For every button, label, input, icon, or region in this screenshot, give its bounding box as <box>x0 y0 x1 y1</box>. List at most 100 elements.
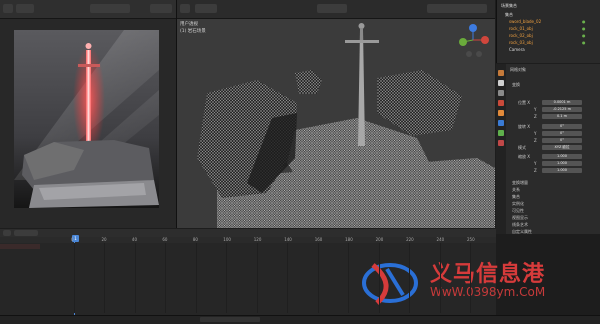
mode-selector[interactable] <box>195 4 217 13</box>
frame-tick-label: 80 <box>192 237 198 242</box>
playback-controls[interactable] <box>200 317 260 322</box>
editor-type-button[interactable] <box>3 230 11 236</box>
frame-tick-label: 0 <box>71 237 74 242</box>
view-menu[interactable] <box>16 4 34 13</box>
frame-tick-label: 180 <box>345 237 353 242</box>
frame-grid-line <box>74 243 75 313</box>
property-label: Y <box>534 161 537 166</box>
viewport-scene <box>197 23 495 228</box>
frame-tick-label: 140 <box>284 237 292 242</box>
slot-selector[interactable] <box>150 4 172 13</box>
playback-menu[interactable] <box>14 230 38 236</box>
frame-grid-line <box>104 243 106 313</box>
data-tab-icon[interactable] <box>498 130 504 136</box>
viewport-header <box>177 0 495 19</box>
frame-grid-line <box>165 243 167 313</box>
panel-section[interactable]: 实例化 <box>512 201 524 207</box>
property-label: 旋转 X <box>518 124 531 129</box>
watermark-url: WwW.0398ym.CoM <box>430 285 546 299</box>
location-x-field[interactable]: 0.0001 m <box>542 100 582 105</box>
frame-tick-label: 200 <box>375 237 384 242</box>
outliner-title: 场景集合 <box>501 3 517 8</box>
frame-tick-label: 220 <box>406 237 414 242</box>
frame-tick-label: 100 <box>223 237 231 242</box>
visibility-icon[interactable]: ● <box>582 40 586 45</box>
rotation-y-field[interactable]: 0° <box>542 131 582 136</box>
properties-header: 网格对象 <box>510 67 526 72</box>
property-label: 变换 <box>512 82 520 87</box>
frame-grid-line <box>134 243 136 313</box>
watermark-logo <box>362 263 418 305</box>
panel-section[interactable]: 集合 <box>512 194 520 200</box>
location-z-field[interactable]: 0.1 m <box>542 114 582 119</box>
scale-x-field[interactable]: 1.000 <box>542 154 582 159</box>
watermark-title: 义马信息港 <box>430 262 546 287</box>
frame-tick-label: 60 <box>162 237 168 242</box>
visibility-icon[interactable]: ● <box>582 19 586 24</box>
frame-grid-line <box>287 243 289 313</box>
shading-buttons[interactable] <box>427 4 487 13</box>
panel-section[interactable]: 线条艺术 <box>512 222 528 228</box>
frame-grid-line <box>348 243 350 313</box>
image-editor-header <box>0 0 176 19</box>
frame-grid-line <box>256 243 258 313</box>
frame-tick-label: 240 <box>436 237 445 242</box>
property-label: Y <box>534 107 537 112</box>
render-preview <box>14 30 159 208</box>
frame-tick-label: 160 <box>314 237 323 242</box>
frame-grid-line <box>317 243 319 313</box>
visibility-icon[interactable]: ● <box>582 33 586 38</box>
frame-tick-label: 120 <box>253 237 262 242</box>
scale-z-field[interactable]: 1.000 <box>542 168 582 173</box>
rock-mesh-right[interactable] <box>377 70 462 136</box>
frame-tick-label: 20 <box>101 237 107 242</box>
rotation-x-field[interactable]: 0° <box>542 124 582 129</box>
outliner-item[interactable]: sword_blade_02 <box>509 19 541 25</box>
frame-grid-line <box>195 243 197 313</box>
render-tab-icon[interactable] <box>498 80 504 86</box>
properties-tabs[interactable] <box>496 64 506 234</box>
rotation-z-field[interactable]: 0° <box>542 138 582 143</box>
property-label: Z <box>534 114 537 119</box>
outliner-panel: 场景集合 集合 sword_blade_02 rock_01_obj rock_… <box>496 0 600 63</box>
outliner-item[interactable]: 集合 <box>505 12 513 18</box>
material-tab-icon[interactable] <box>498 140 504 146</box>
panel-section[interactable]: 关系 <box>512 187 520 193</box>
panel-section[interactable]: 自定义属性 <box>512 229 532 235</box>
editor-type-button[interactable] <box>3 4 13 13</box>
outliner-item[interactable]: rock_03_obj <box>509 40 533 46</box>
frame-grid-line <box>409 243 411 313</box>
scale-y-field[interactable]: 1.000 <box>542 161 582 166</box>
object-tab-icon[interactable] <box>498 110 504 116</box>
outliner-item[interactable]: rock_02_obj <box>509 33 533 39</box>
property-label: Z <box>534 168 537 173</box>
rock-mesh-small[interactable] <box>295 70 322 94</box>
frame-grid-line <box>439 243 441 313</box>
property-label: Z <box>534 138 537 143</box>
rotation-mode-select[interactable]: XYZ 欧拉 <box>542 145 582 150</box>
outliner-item[interactable]: Camera <box>509 47 525 53</box>
location-y-field[interactable]: -0.2125 m <box>542 107 582 112</box>
frame-grid-line <box>378 243 380 313</box>
editor-type-button[interactable] <box>180 4 190 13</box>
modifier-tab-icon[interactable] <box>498 120 504 126</box>
tool-tab-icon[interactable] <box>498 70 504 76</box>
output-tab-icon[interactable] <box>498 90 504 96</box>
property-label: 模式 <box>518 145 526 150</box>
image-selector[interactable] <box>90 4 130 13</box>
summary-channel[interactable] <box>0 244 40 249</box>
panel-section[interactable]: 视图显示 <box>512 215 528 221</box>
scene-tab-icon[interactable] <box>498 100 504 106</box>
outliner-item[interactable]: rock_01_obj <box>509 26 533 32</box>
navigation-gizmo[interactable] <box>455 20 491 60</box>
visibility-icon[interactable]: ● <box>582 26 586 31</box>
frame-tick-label: 250 <box>467 237 475 242</box>
property-label: 位置 X <box>518 100 531 105</box>
property-label: Y <box>534 131 537 136</box>
panel-section[interactable]: 可见性 <box>512 208 524 214</box>
property-label: 缩放 X <box>518 154 531 159</box>
transform-orientation[interactable] <box>317 4 347 13</box>
frame-grid-line <box>226 243 228 313</box>
panel-section[interactable]: 变换增量 <box>512 180 528 186</box>
frame-tick-label: 40 <box>131 237 138 242</box>
